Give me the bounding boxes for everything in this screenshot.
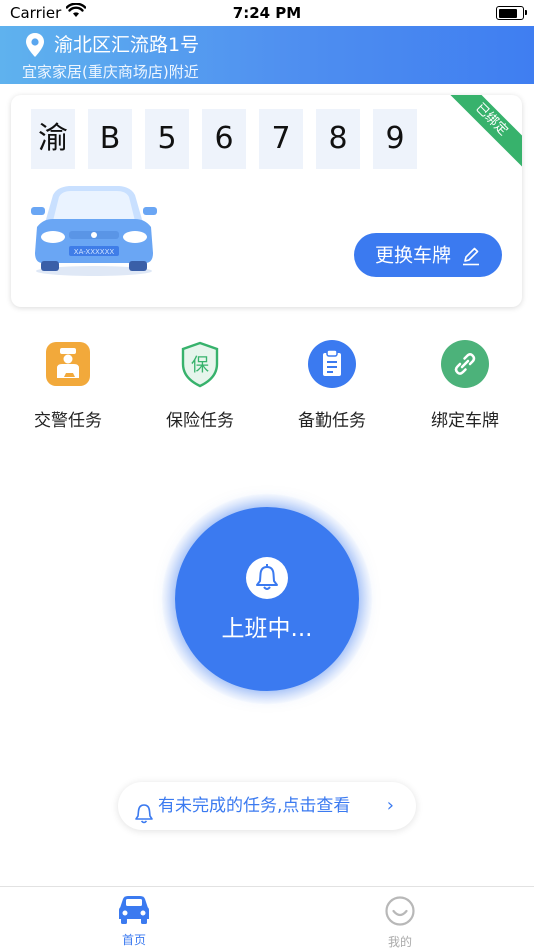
change-plate-button[interactable]: 更换车牌 xyxy=(354,233,502,277)
plate-char: 6 xyxy=(202,109,246,169)
pending-tasks-notice[interactable]: 有未完成的任务,点击查看 › xyxy=(118,782,416,830)
car-illustration: XA-XXXXXX xyxy=(29,183,159,283)
pencil-icon xyxy=(463,247,480,265)
smiley-icon xyxy=(385,896,415,926)
tab-mine-label: 我的 xyxy=(387,935,412,949)
tab-mine[interactable]: 我的 xyxy=(360,895,440,950)
plate-char: 5 xyxy=(145,109,189,169)
on-duty-label: 上班中... xyxy=(221,616,313,642)
bound-status-ribbon: 已绑定 xyxy=(437,95,522,174)
standby-task[interactable]: 备勤任务 xyxy=(272,340,392,431)
traffic-police-task-label: 交警任务 xyxy=(34,411,102,431)
location-pin-icon xyxy=(24,32,46,62)
car-icon xyxy=(119,896,149,924)
plate-char: B xyxy=(88,109,132,169)
link-icon xyxy=(441,340,489,388)
location-header[interactable]: 渝北区汇流路1号 宜家家居(重庆商场店)附近 xyxy=(0,26,534,84)
traffic-police-task[interactable]: 交警任务 xyxy=(8,340,128,431)
pending-tasks-text: 有未完成的任务,点击查看 xyxy=(158,796,351,816)
tab-home-label: 首页 xyxy=(121,933,146,947)
battery-icon xyxy=(496,6,527,20)
bell-icon xyxy=(246,557,288,599)
change-plate-label: 更换车牌 xyxy=(374,244,451,267)
insurance-shield-icon: 保 xyxy=(176,340,224,388)
plate-char: 9 xyxy=(373,109,417,169)
plate-char: 8 xyxy=(316,109,360,169)
traffic-police-icon xyxy=(44,340,92,388)
notice-bell-icon xyxy=(134,795,154,843)
bind-plate-task[interactable]: 绑定车牌 xyxy=(405,340,525,431)
chevron-right-icon: › xyxy=(386,795,394,816)
tab-bar: 首页 我的 xyxy=(0,886,534,951)
tab-home[interactable]: 首页 xyxy=(94,895,174,948)
insurance-task[interactable]: 保 保险任务 xyxy=(140,340,260,431)
clock: 7:24 PM xyxy=(232,4,302,22)
nearby-landmark: 宜家家居(重庆商场店)附近 xyxy=(22,63,199,81)
current-address: 渝北区汇流路1号 xyxy=(54,34,200,56)
on-duty-button[interactable]: 上班中... xyxy=(175,507,359,691)
clipboard-icon xyxy=(308,340,356,388)
plate-card: 渝 B 5 6 7 8 9 已绑定 XA-XXXXXX 更换车牌 xyxy=(11,95,522,307)
status-bar: Carrier 7:24 PM xyxy=(0,0,534,26)
car-plate-text: XA-XXXXXX xyxy=(74,248,115,256)
plate-char: 7 xyxy=(259,109,303,169)
svg-text:保: 保 xyxy=(191,355,209,376)
bind-plate-task-label: 绑定车牌 xyxy=(431,411,499,431)
insurance-task-label: 保险任务 xyxy=(166,411,234,431)
plate-char: 渝 xyxy=(31,109,75,169)
standby-task-label: 备勤任务 xyxy=(298,411,366,431)
